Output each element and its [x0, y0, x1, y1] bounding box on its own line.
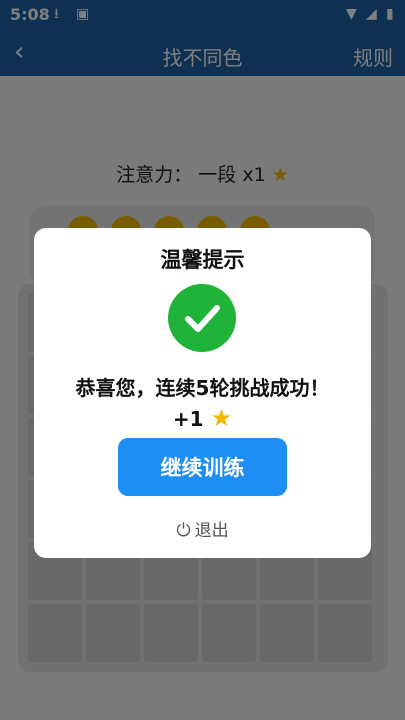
- reward-value: +1: [172, 407, 204, 431]
- dialog-title: 温馨提示: [160, 248, 245, 272]
- continue-training-button[interactable]: 继续训练: [118, 438, 287, 496]
- exit-button[interactable]: ⏻ 退出: [34, 516, 371, 541]
- success-dialog: 温馨提示 恭喜您，连续5轮挑战成功！ +1 ★ 继续训练 ⏻ 退出: [34, 228, 371, 558]
- star-icon: ★: [210, 404, 233, 432]
- dialog-message: 恭喜您，连续5轮挑战成功！: [75, 376, 330, 400]
- check-circle-icon: [168, 284, 236, 352]
- reward: +1 ★: [34, 404, 371, 432]
- exit-label: 退出: [194, 521, 229, 541]
- power-icon: ⏻: [176, 520, 191, 541]
